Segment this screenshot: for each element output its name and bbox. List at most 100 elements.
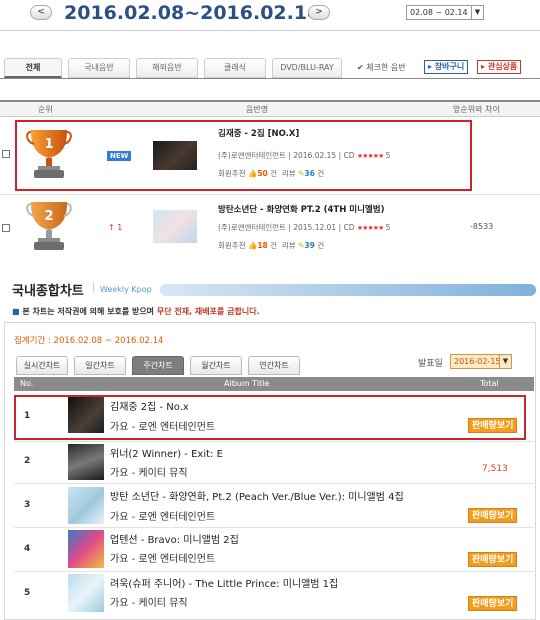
tab-all[interactable]: 전체 [4,58,62,78]
rec-label: 회원추천 [218,241,246,250]
album-stats-1: 회원추천 👍50 건 리뷰 ✎36 건 [218,168,324,179]
tabs-baseline [0,78,540,79]
tab-overseas[interactable]: 해외음반 [136,58,198,78]
wishlist-button[interactable]: ▸ 관심상품 [477,60,522,74]
row-rank: 2 [24,456,31,466]
label-date: (주)로엔엔터테인먼트 | 2016.02.15 | CD [218,151,355,160]
wishlist-icon: ▸ [481,62,486,71]
row-title[interactable]: 업텐션 - Bravo: 미니앨범 2집 [110,531,239,546]
rank-change-up: ↑ 1 [108,223,123,232]
section-title: 국내종합차트 [12,284,84,299]
row-cover[interactable] [68,487,104,524]
row-title[interactable]: 방탄 소년단 - 화양연화, Pt.2 (Peach Ver./Blue Ver… [110,488,404,503]
rating-value: 5 [385,223,391,232]
album-title-1[interactable]: 김재중 - 2집 [NO.X] [218,127,299,139]
col-rank: 순위 [38,105,53,114]
rev-label: 리뷰 [281,241,296,250]
rating-stars-icon: ★★★★★ [356,224,384,232]
album-meta-2: (주)로엔엔터테인먼트 | 2015.12.01 | CD ★★★★★ 5 [218,222,390,233]
checked-albums-label: ✔ 체크한 음반 [357,62,406,73]
tab-domestic[interactable]: 국내음반 [68,58,130,78]
row-title[interactable]: 려욱(슈퍼 주니어) - The Little Prince: 미니앨범 1집 [110,575,338,590]
tab-realtime[interactable]: 실시간차트 [16,356,68,375]
tab-monthly[interactable]: 월간차트 [190,356,242,375]
row-subtitle: 가요 - 로엔 엔터테인먼트 [110,422,216,433]
row-rank: 1 [24,411,31,421]
album-meta-1: (주)로엔엔터테인먼트 | 2016.02.15 | CD ★★★★★ 5 [218,150,390,161]
cart-button[interactable]: ▸ 장바구니 [424,60,469,74]
decorative-band [160,284,536,296]
rec-count: 18 [257,241,268,250]
rating-value: 5 [385,151,391,160]
row-title[interactable]: 위너(2 Winner) - Exit: E [110,445,223,460]
trophy-rank-1: 1 [44,137,53,152]
notice-text: 본 차트는 저작권에 의해 보호를 받으며 [22,307,157,316]
album-cover-1[interactable] [153,141,197,170]
new-badge: NEW [107,151,132,161]
week-select[interactable]: 02.08 ~ 02.14 ▼ [406,5,484,20]
row-rank: 5 [24,588,31,598]
sales-view-button[interactable]: 판매량보기 [468,596,518,611]
cart-label: 장바구니 [434,62,465,71]
row-rank: 3 [24,500,31,510]
trophy-rank-2: 2 [44,209,53,224]
row-divider [0,194,540,195]
release-date-select[interactable]: 2016-02-15 ▼ [450,354,512,369]
tab-yearly[interactable]: 연간차트 [248,356,300,375]
col-diff: 앞순위와 차이 [453,105,500,114]
checked-label-text: 체크한 음반 [366,63,406,72]
aggregation-period: 집계기간 : 2016.02.08 ~ 2016.02.14 [14,336,164,346]
wish-label: 관심상품 [487,62,518,71]
rec-unit: 건 [270,169,278,178]
title-separator: | [92,282,96,293]
rank-diff-value: -8533 [470,222,494,231]
row-title[interactable]: 김재중 2집 - No.x [110,398,189,413]
row-subtitle: 가요 - 로엔 엔터테인먼트 [110,512,216,523]
check-icon: ✔ [357,63,364,72]
rev-unit: 건 [317,169,325,178]
album-cover-2[interactable] [153,210,197,243]
notice-highlight: 무단 전재, 재배포를 금합니다. [156,307,260,316]
trophy-silver-icon: 2 [26,202,72,250]
sales-view-button[interactable]: 판매량보기 [468,418,518,433]
chevron-down-icon: ▼ [471,6,483,19]
select-checkbox[interactable] [2,150,10,158]
date-range-title: 2016.02.08~2016.02.14 [64,2,321,24]
tab-weekly[interactable]: 주간차트 [132,356,184,375]
row-subtitle: 가요 - 케이티 뮤직 [110,468,188,479]
rev-unit: 건 [317,241,325,250]
divider [0,30,540,31]
rec-unit: 건 [270,241,278,250]
row-cover[interactable] [68,574,104,612]
rating-stars-icon: ★★★★★ [356,152,384,160]
ranking-table-header: 순위 음반명 앞순위와 차이 [0,100,540,117]
col-album: 음반명 [246,105,269,114]
section-subtitle: Weekly Kpop [100,285,152,294]
rev-label: 리뷰 [281,169,296,178]
row-cover[interactable] [68,397,104,433]
tab-dvd-bluray[interactable]: DVD/BLU-RAY [272,58,342,78]
sales-view-button[interactable]: 판매량보기 [468,508,518,523]
tab-classic[interactable]: 클래식 [204,58,266,78]
chevron-down-icon: ▼ [499,355,511,368]
row-cover[interactable] [68,444,104,480]
row-rank: 4 [24,544,31,554]
copyright-notice: ■ 본 차트는 저작권에 의해 보호를 받으며 무단 전재, 재배포를 금합니다… [12,306,260,317]
album-title-2[interactable]: 방탄소년단 - 화양연화 PT.2 (4TH 미니앨범) [218,203,384,215]
trophy-gold-icon: 1 [26,130,72,178]
row-total: 7,513 [482,464,508,474]
week-select-value: 02.08 ~ 02.14 [410,8,468,17]
sales-view-button[interactable]: 판매량보기 [468,552,518,567]
tab-daily[interactable]: 일간차트 [74,356,126,375]
label-date: (주)로엔엔터테인먼트 | 2015.12.01 | CD [218,223,355,232]
square-bullet-icon: ■ [12,307,20,316]
next-week-button[interactable]: > [308,5,330,20]
thumbs-up-icon: 👍 [248,241,258,250]
col-total: Total [480,379,499,388]
chart-table-header: No. Album Title Total [14,377,534,391]
select-checkbox[interactable] [2,224,10,232]
prev-week-button[interactable]: < [30,5,52,20]
rec-count: 50 [257,169,268,178]
rev-count: 39 [304,241,315,250]
row-cover[interactable] [68,530,104,568]
